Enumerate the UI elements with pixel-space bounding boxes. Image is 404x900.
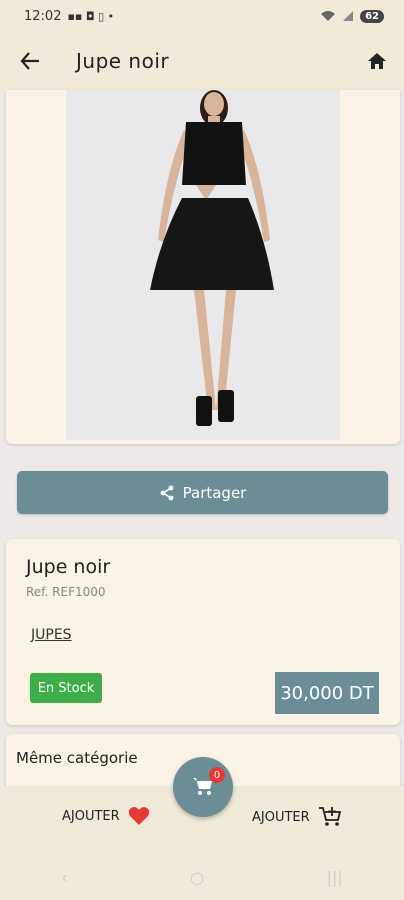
- heart-icon: [128, 807, 149, 825]
- share-icon: [160, 485, 174, 500]
- product-ref: Ref. REF1000: [26, 585, 106, 599]
- cart-count-badge: 0: [209, 767, 225, 783]
- battery-icon: 62: [360, 9, 384, 23]
- cart-fab-button[interactable]: 0: [173, 757, 233, 817]
- nav-back-icon[interactable]: ‹: [61, 868, 67, 887]
- stock-badge: En Stock: [30, 673, 102, 703]
- back-button[interactable]: [0, 32, 60, 90]
- product-image[interactable]: [66, 90, 340, 440]
- same-category-title: Même catégorie: [16, 749, 138, 767]
- status-time: 12:02: [24, 8, 62, 24]
- price-badge: 30,000 DT: [275, 672, 379, 714]
- wifi-icon: [321, 11, 336, 21]
- status-left: 12:02 ▪▪ ◘ ▯ •: [24, 9, 114, 24]
- app-bar: Jupe noir: [0, 32, 404, 90]
- arrow-left-icon: [20, 52, 39, 70]
- share-label: Partager: [182, 483, 247, 502]
- add-to-cart-label: AJOUTER: [252, 809, 310, 825]
- add-to-cart-button[interactable]: AJOUTER: [252, 806, 342, 828]
- add-cart-icon: [318, 807, 341, 826]
- product-image-card: [6, 90, 400, 444]
- system-nav-bar: ‹ ○ |||: [0, 862, 404, 892]
- home-button[interactable]: [362, 46, 392, 76]
- home-icon: [368, 53, 386, 69]
- category-link[interactable]: JUPES: [31, 627, 72, 643]
- signal-icon: [343, 11, 354, 21]
- product-name: Jupe noir: [26, 556, 111, 578]
- add-favorite-button[interactable]: AJOUTER: [62, 806, 150, 826]
- status-bar: 12:02 ▪▪ ◘ ▯ • 62: [0, 0, 404, 32]
- add-favorite-label: AJOUTER: [62, 808, 120, 824]
- status-right: 62: [320, 9, 384, 23]
- product-info-card: Jupe noir Ref. REF1000 JUPES En Stock 30…: [6, 539, 400, 725]
- page-title: Jupe noir: [76, 49, 170, 73]
- share-button[interactable]: Partager: [17, 471, 388, 514]
- nav-recents-icon[interactable]: |||: [327, 868, 343, 887]
- product-photo: [66, 90, 340, 440]
- notification-icons: ▪▪ ◘ ▯ •: [67, 9, 115, 23]
- nav-home-icon[interactable]: ○: [190, 868, 204, 887]
